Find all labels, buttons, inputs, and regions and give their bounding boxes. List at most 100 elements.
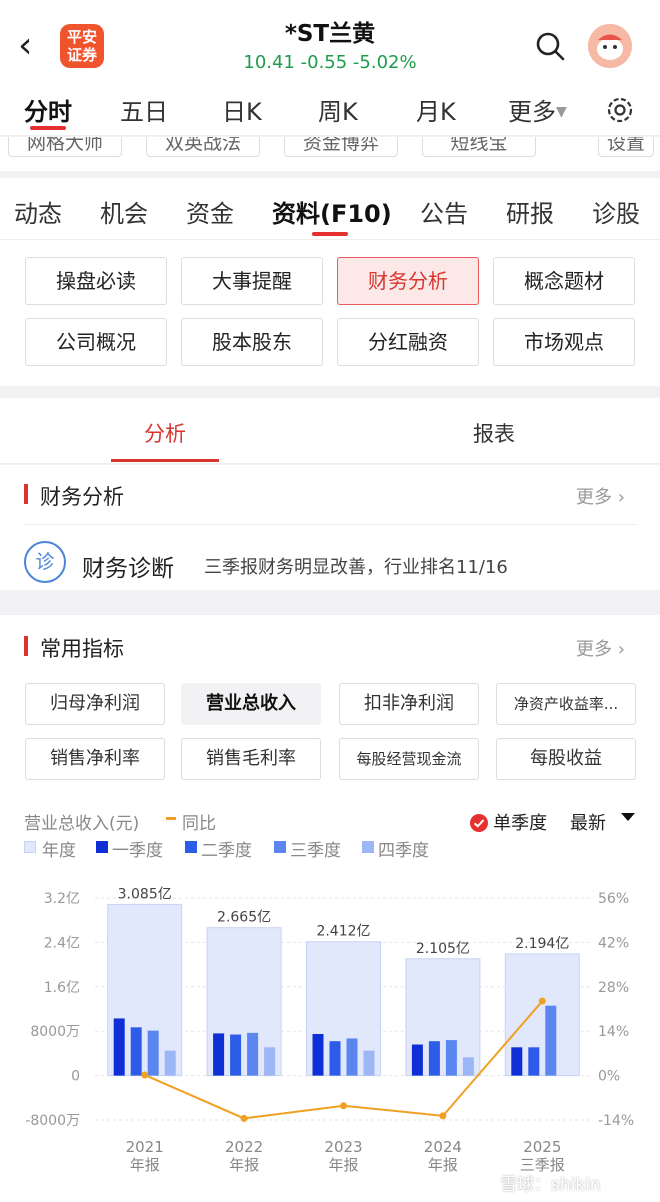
single-quarter-toggle[interactable]: 单季度 [470,809,547,835]
tab-analysis[interactable]: 分析 [144,418,186,448]
chip-revenue[interactable]: 营业总收入 [181,683,321,725]
chip-deducted-profit[interactable]: 扣非净利润 [339,683,479,725]
chevron-right-icon: › [612,487,625,508]
y-tick-left: -8000万 [25,1113,80,1129]
tab-minute[interactable]: 分时 [24,92,72,127]
y-tick-right: 56% [598,891,629,907]
yoy-legend-swatch [166,817,176,820]
annual-bar-label: 2.105亿 [416,941,470,957]
tab-f10[interactable]: 资料(F10) [272,194,392,229]
active-tab-indicator [111,459,219,462]
chip-net-profit[interactable]: 归母净利润 [25,683,165,725]
tab-opportunity[interactable]: 机会 [100,194,148,229]
quarter-bar [213,1033,225,1076]
tab-funds[interactable]: 资金 [186,194,234,229]
chip-roe[interactable]: 净资产收益率... [496,683,636,725]
tab-five-day[interactable]: 五日 [120,92,168,127]
yoy-point [340,1102,347,1110]
yoy-point [141,1071,149,1079]
annual-bar-label: 3.085亿 [118,886,172,902]
tool-short-line[interactable]: 短线宝 [422,137,536,157]
more-link[interactable]: 更多 › [576,483,625,509]
quarter-bar [312,1033,324,1076]
settings-icon[interactable] [604,94,636,126]
tab-statements[interactable]: 报表 [473,418,515,448]
legend-swatch-annual [24,841,36,853]
caret-down-icon: ▼ [556,104,567,120]
y-tick-right: 0% [598,1069,620,1085]
search-icon[interactable] [534,30,566,62]
yoy-legend-label: 同比 [182,814,216,834]
stock-name: *ST兰黄 [284,21,376,47]
dropdown-triangle-icon[interactable] [621,813,635,821]
tab-month-k[interactable]: 月K [416,92,456,127]
x-tick-label: 年报 [130,1156,160,1174]
module-events[interactable]: 大事提醒 [181,257,323,305]
chip-eps[interactable]: 每股收益 [496,738,636,780]
quarter-bar [329,1041,341,1076]
x-tick-label: 年报 [428,1156,458,1174]
tab-dynamics[interactable]: 动态 [14,194,62,229]
quarter-bar [528,1047,540,1076]
single-quarter-label: 单季度 [493,813,548,834]
module-financial-analysis[interactable]: 财务分析 [337,257,479,305]
yoy-point [538,997,546,1005]
avatar[interactable] [588,24,632,68]
back-arrow-icon: ‹ [18,25,33,66]
yoy-point [439,1112,447,1120]
legend-swatch-q2 [185,841,197,853]
yoy-point [240,1114,248,1122]
quarter-bar [545,1005,557,1076]
back-button[interactable]: ‹ [18,24,48,68]
tab-diagnosis[interactable]: 诊股 [592,194,640,229]
section-title: 财务分析 [40,485,124,509]
chip-cashflow-per-share[interactable]: 每股经营现金流 [339,738,479,780]
tab-more-label: 更多 [508,98,556,126]
y-tick-left: 1.6亿 [44,980,80,996]
active-tab-indicator [312,232,348,236]
quarter-bar [230,1034,242,1076]
x-tick-label: 2023 [324,1138,362,1156]
quarter-bar [164,1050,176,1076]
module-company-overview[interactable]: 公司概况 [25,318,167,366]
chip-gross-margin[interactable]: 销售毛利率 [181,738,321,780]
chart-caption: 营业总收入(元) [24,814,140,834]
module-concepts[interactable]: 概念题材 [493,257,635,305]
watermark: 雪球：shikin [500,1175,601,1195]
tool-grid-master[interactable]: 网格大师 [8,137,122,157]
section-marker [24,484,28,504]
tab-research[interactable]: 研报 [506,194,554,229]
revenue-chart: 3.2亿 2.4亿 1.6亿 8000万 0 -8000万 56% 42% 28% 14% 0% -1… [25,886,634,1174]
annual-bar-label: 2.194亿 [515,936,569,952]
chip-net-margin[interactable]: 销售净利率 [25,738,165,780]
legend-q1: 一季度 [112,841,163,861]
quarter-bar [247,1032,259,1076]
annual-bar-label: 2.665亿 [217,910,271,926]
more-link-label: 更多 [576,487,612,508]
divider [24,524,636,525]
legend-q3: 三季度 [290,841,341,861]
tab-announcements[interactable]: 公告 [420,194,468,229]
module-market-views[interactable]: 市场观点 [493,318,635,366]
tool-fund-game[interactable]: 资金博弈 [284,137,398,157]
annual-bar-label: 2.412亿 [316,924,370,940]
more-link[interactable]: 更多 › [576,635,625,661]
quarter-bar [411,1044,423,1076]
tab-more[interactable]: 更多▼ [508,92,567,127]
legend-annual: 年度 [42,841,76,861]
quarter-bar [462,1057,474,1076]
module-shareholders[interactable]: 股本股东 [181,318,323,366]
module-trading-guide[interactable]: 操盘必读 [25,257,167,305]
diagnosis-title[interactable]: 财务诊断 [82,549,174,583]
quarter-bar [264,1047,276,1076]
tool-double-hero[interactable]: 双英战法 [146,137,260,157]
tab-week-k[interactable]: 周K [318,92,358,127]
diagnosis-description: 三季报财务明显改善，行业排名11/16 [204,557,508,578]
legend-q4: 四季度 [378,841,429,861]
legend-swatch-q1 [96,841,108,853]
latest-dropdown-label[interactable]: 最新 [570,809,606,835]
legend-swatch-q4 [362,841,374,853]
tab-day-k[interactable]: 日K [222,92,262,127]
module-dividends[interactable]: 分红融资 [337,318,479,366]
tool-settings[interactable]: 设置 [598,137,654,157]
